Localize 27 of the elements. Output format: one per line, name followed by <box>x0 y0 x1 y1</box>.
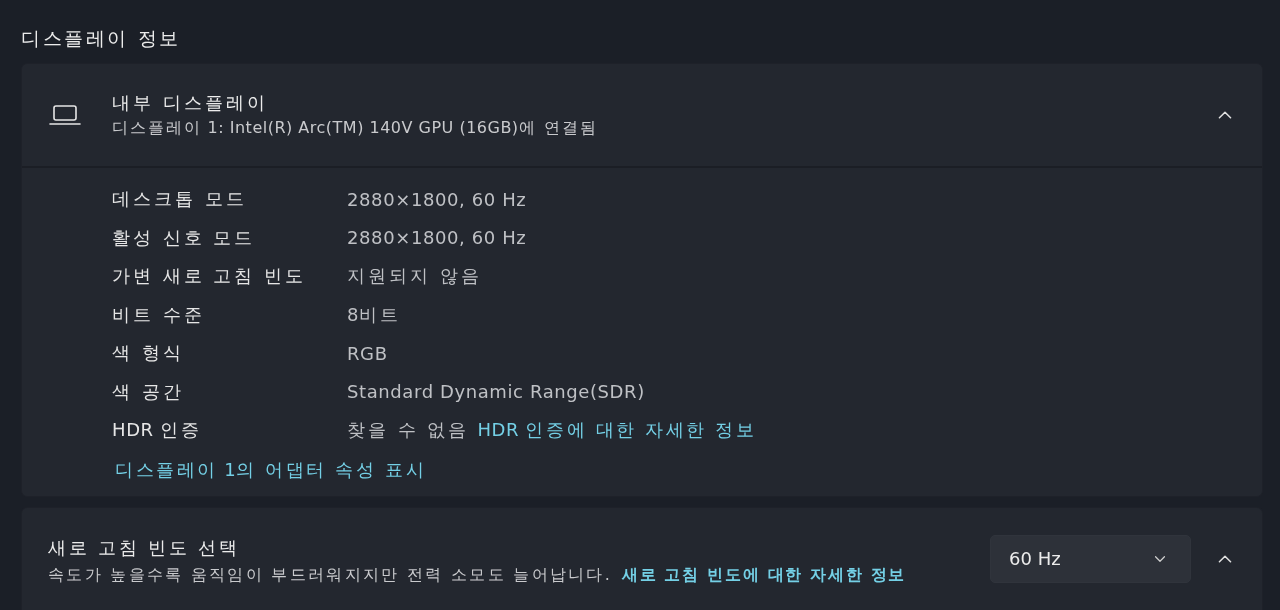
property-label: 색 형식 <box>112 341 184 366</box>
laptop-icon <box>49 104 81 126</box>
property-value: RGB <box>347 342 388 364</box>
section-title: 디스플레이 정보 <box>21 26 181 51</box>
card-description: 속도가 높을수록 움직임이 부드러워지지만 전력 소모도 늘어납니다. <box>48 564 610 586</box>
card-title: 내부 디스플레이 <box>112 91 268 115</box>
card-subtitle: 디스플레이 1: Intel(R) Arc(TM) 140V GPU (16GB)에 연결됨 <box>112 118 598 139</box>
property-value: 지원되지 않음 <box>347 264 482 289</box>
property-value: Standard Dynamic Range(SDR) <box>347 381 645 403</box>
info-link[interactable]: 새로 고침 빈도에 대한 자세한 정보 <box>621 564 906 586</box>
adapter-properties-link[interactable]: 디스플레이 1의 어댑터 속성 표시 <box>115 457 427 482</box>
property-value: 찾을 수 없음 <box>347 418 470 443</box>
property-value: 8비트 <box>347 302 402 327</box>
property-label: 데스크톱 모드 <box>112 187 247 212</box>
refresh-rate-dropdown[interactable]: 60 Hz <box>990 534 1191 583</box>
property-label: 비트 수준 <box>112 302 205 327</box>
property-label: 색 공간 <box>112 379 184 404</box>
property-label: 활성 신호 모드 <box>112 225 256 250</box>
property-label: HDR 인증 <box>112 418 203 443</box>
info-link[interactable]: HDR 인증에 대한 자세한 정보 <box>477 418 757 443</box>
property-value: 2880×1800, 60 Hz <box>347 227 527 249</box>
chevron-down-icon <box>1154 554 1166 563</box>
card-title: 새로 고침 빈도 선택 <box>48 535 240 560</box>
property-value: 2880×1800, 60 Hz <box>347 188 527 210</box>
chevron-up-icon[interactable] <box>1218 110 1232 120</box>
property-label: 가변 새로 고침 빈도 <box>112 264 307 289</box>
chevron-up-icon[interactable] <box>1218 553 1232 564</box>
